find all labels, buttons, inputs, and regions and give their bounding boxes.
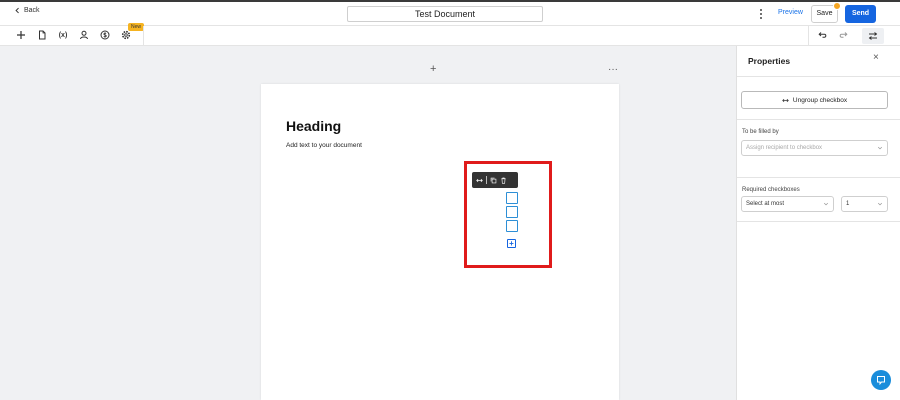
more-options-icon[interactable] (756, 8, 766, 20)
panel-title: Properties (748, 56, 791, 66)
chevron-down-icon (877, 146, 883, 150)
toolbar-separator (486, 176, 487, 184)
required-count-select[interactable]: 1 (841, 196, 888, 212)
ungroup-label: Ungroup checkbox (792, 96, 848, 104)
undo-redo-group (808, 26, 858, 46)
ungroup-icon[interactable] (476, 177, 483, 184)
chevron-down-icon (877, 202, 883, 206)
document-page[interactable]: Heading Add text to your document + (261, 84, 619, 400)
close-icon[interactable]: × (873, 52, 879, 63)
unsaved-indicator (833, 2, 841, 10)
document-body-text[interactable]: Add text to your document (286, 142, 362, 149)
chevron-left-icon (15, 7, 19, 14)
chevron-down-icon (823, 202, 829, 206)
document-icon[interactable] (36, 29, 48, 41)
required-rule-value: Select at most (746, 201, 785, 207)
trash-icon[interactable] (500, 177, 507, 184)
duplicate-icon[interactable] (490, 177, 497, 184)
new-badge: New (128, 23, 145, 31)
panel-divider (737, 221, 900, 222)
checkbox-1[interactable] (506, 192, 518, 204)
document-title-input[interactable]: Test Document (347, 6, 543, 22)
add-page-button[interactable]: + (430, 63, 436, 75)
document-heading[interactable]: Heading (286, 118, 341, 134)
assign-recipient-placeholder: Assign recipient to checkbox (746, 145, 823, 151)
panel-divider (737, 76, 900, 77)
checkbox-2[interactable] (506, 206, 518, 218)
editor-canvas: + ··· Heading Add text to your document … (0, 46, 736, 400)
ungroup-checkbox-button[interactable]: Ungroup checkbox (741, 91, 888, 109)
required-rule-select[interactable]: Select at most (741, 196, 834, 212)
back-button[interactable]: Back (14, 7, 40, 14)
plus-icon[interactable] (15, 29, 27, 41)
properties-panel: Properties × Ungroup checkbox To be fill… (736, 46, 900, 400)
checkbox-3[interactable] (506, 220, 518, 232)
redo-icon[interactable] (837, 29, 849, 41)
user-icon[interactable] (78, 29, 90, 41)
add-checkbox-button[interactable]: + (507, 239, 516, 248)
help-chat-button[interactable] (871, 370, 891, 390)
panel-divider (737, 177, 900, 178)
assign-recipient-select[interactable]: Assign recipient to checkbox (741, 140, 888, 156)
send-button[interactable]: Send (845, 5, 876, 23)
toolbar-divider (143, 26, 144, 46)
editor-toolbar: (x) New (0, 23, 900, 46)
back-label: Back (24, 7, 40, 14)
undo-icon[interactable] (817, 29, 829, 41)
required-count-value: 1 (846, 201, 850, 207)
settings-sliders-icon[interactable] (862, 28, 884, 44)
checkbox-group-toolbar (472, 172, 518, 188)
required-checkboxes-label: Required checkboxes (742, 187, 800, 193)
panel-divider (737, 119, 900, 120)
chat-icon (877, 376, 885, 385)
ungroup-icon (782, 98, 789, 102)
preview-button[interactable]: Preview (778, 9, 803, 16)
dollar-icon[interactable] (99, 29, 111, 41)
page-options-button[interactable]: ··· (608, 64, 618, 75)
filled-by-label: To be filled by (742, 129, 779, 135)
variables-icon[interactable]: (x) (56, 29, 70, 41)
